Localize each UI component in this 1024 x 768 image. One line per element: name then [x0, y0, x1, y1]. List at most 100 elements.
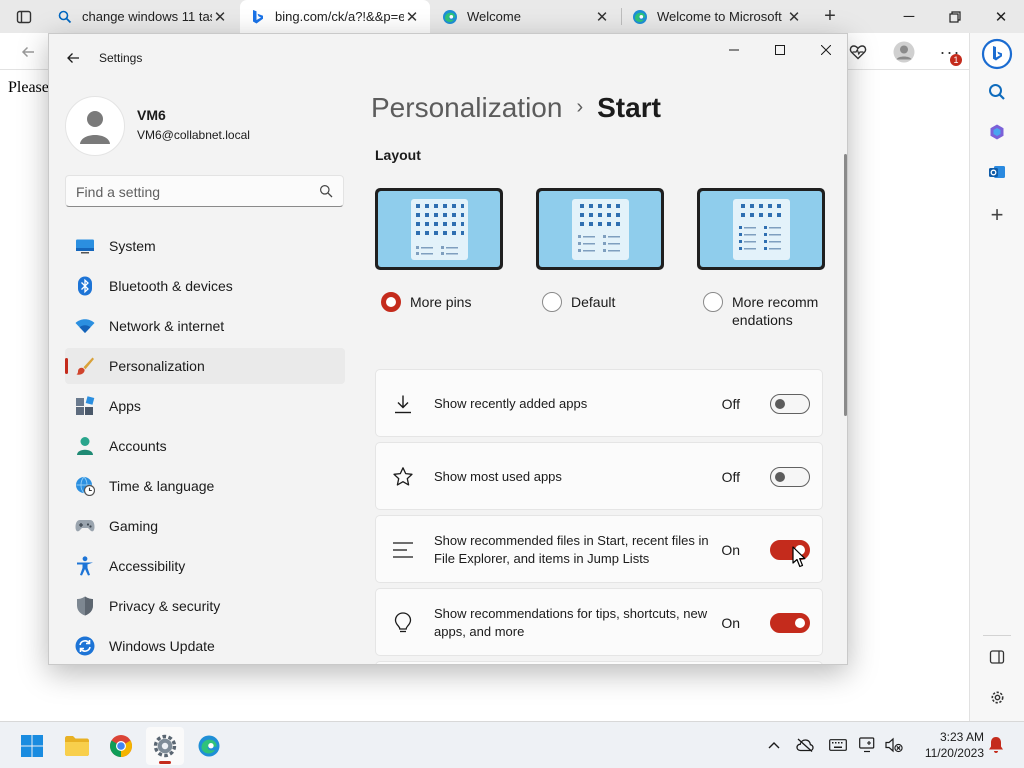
screen-clipping-button[interactable] — [858, 735, 878, 755]
toggle-state-text: On — [721, 542, 740, 558]
user-profile[interactable]: VM6 VM6@collabnet.local — [65, 96, 355, 156]
new-tab-button[interactable]: + — [816, 0, 844, 33]
search-sidebar-button[interactable] — [983, 78, 1011, 106]
close-tab-icon[interactable]: ✕ — [212, 8, 228, 26]
apps-icon — [75, 396, 95, 416]
radio-more-recommendations[interactable] — [703, 292, 723, 312]
nav-item-gaming[interactable]: Gaming — [65, 508, 345, 544]
recently-added-apps-toggle[interactable] — [770, 394, 810, 414]
browser-minimize-button[interactable]: ─ — [886, 0, 932, 33]
minimize-icon: ─ — [903, 8, 915, 25]
gamepad-icon — [75, 516, 95, 536]
tab-welcome[interactable]: Welcome ✕ — [432, 0, 620, 33]
setting-recommendations-tips: Show recommendations for tips, shortcuts… — [375, 588, 823, 656]
nav-item-accounts[interactable]: Accounts — [65, 428, 345, 464]
minimize-button[interactable] — [711, 34, 757, 66]
edge-taskbar-button[interactable] — [190, 727, 228, 765]
settings-content: Personalization › Start Layout More pins… — [359, 82, 837, 664]
nav-item-bluetooth[interactable]: Bluetooth & devices — [65, 268, 345, 304]
tab-actions-button[interactable] — [0, 0, 47, 33]
avatar — [65, 96, 125, 156]
nav-item-time-language[interactable]: Time & language — [65, 468, 345, 504]
browser-restore-button[interactable] — [932, 0, 978, 33]
nav-label: Privacy & security — [109, 598, 221, 614]
keyboard-button[interactable] — [828, 735, 848, 755]
close-tab-icon[interactable]: ✕ — [594, 8, 610, 26]
start-button[interactable] — [13, 727, 51, 765]
copilot-sidebar-button[interactable] — [983, 118, 1011, 146]
nav-item-network[interactable]: Network & internet — [65, 308, 345, 344]
layout-option-more-pins[interactable]: More pins — [375, 188, 503, 312]
outlook-sidebar-button[interactable] — [983, 158, 1011, 186]
nav-item-windows-update[interactable]: Windows Update — [65, 628, 345, 664]
star-icon — [392, 466, 414, 488]
volume-muted-button[interactable] — [884, 735, 904, 755]
tab-label: change windows 11 tas — [82, 9, 212, 24]
user-name: VM6 — [137, 107, 166, 123]
settings-back-button[interactable] — [61, 46, 85, 70]
clock-time: 3:23 AM — [939, 730, 984, 744]
tab-label: Welcome to Microsoft E — [657, 9, 786, 24]
layout-preview-default — [536, 188, 664, 270]
network-status-button[interactable] — [795, 735, 815, 755]
chrome-icon — [110, 735, 132, 757]
radio-more-pins[interactable] — [381, 292, 401, 312]
sidebar-divider — [983, 635, 1011, 636]
add-sidebar-app-button[interactable]: + — [983, 201, 1011, 229]
nav-item-accessibility[interactable]: Accessibility — [65, 548, 345, 584]
back-button[interactable] — [12, 36, 44, 68]
app-title: Settings — [99, 51, 143, 65]
notifications-button[interactable] — [986, 735, 1006, 755]
maximize-button[interactable] — [757, 34, 803, 66]
layout-label: More pins — [410, 294, 472, 310]
close-button[interactable] — [803, 34, 847, 66]
search-icon — [989, 84, 1005, 100]
tab-bing[interactable]: bing.com/ck/a?!&&p=e ✕ — [240, 0, 430, 33]
user-avatar-icon — [80, 111, 110, 144]
browser-tab-bar: change windows 11 tas ✕ bing.com/ck/a?!&… — [0, 0, 1024, 33]
plus-icon: + — [990, 202, 1004, 227]
gear-icon — [991, 691, 1003, 703]
profile-avatar-icon — [893, 41, 915, 63]
system-clock[interactable]: 3:23 AM 11/20/2023 — [912, 729, 984, 761]
show-hidden-icons-button[interactable] — [764, 735, 784, 755]
settings-and-more-button[interactable]: ··· 1 — [934, 36, 966, 68]
radio-default[interactable] — [542, 292, 562, 312]
settings-taskbar-button[interactable] — [146, 727, 184, 765]
close-tab-icon[interactable]: ✕ — [404, 8, 420, 26]
hide-sidebar-button[interactable] — [983, 643, 1011, 671]
clock-globe-icon — [75, 476, 95, 496]
browser-close-button[interactable]: ✕ — [978, 0, 1024, 33]
nav-item-apps[interactable]: Apps — [65, 388, 345, 424]
copilot-icon — [990, 124, 1004, 140]
find-setting-search-input[interactable]: Find a setting — [65, 175, 344, 207]
file-explorer-button[interactable] — [58, 727, 96, 765]
nav-label: Accounts — [109, 438, 167, 454]
bell-icon — [989, 737, 1003, 753]
layout-option-default[interactable]: Default — [536, 188, 664, 312]
tab-search[interactable]: change windows 11 tas ✕ — [47, 0, 238, 33]
nav-label: Accessibility — [109, 558, 186, 574]
recommendations-tips-toggle[interactable] — [770, 613, 810, 633]
breadcrumb-parent[interactable]: Personalization — [371, 92, 562, 123]
nav-label: Windows Update — [109, 638, 215, 654]
layout-option-more-recommendations[interactable]: More recommendations — [697, 188, 825, 328]
edge-icon — [198, 735, 220, 757]
wifi-icon — [75, 316, 95, 336]
content-scrollbar[interactable] — [844, 154, 847, 416]
profile-button[interactable] — [888, 36, 920, 68]
tab-welcome-edge[interactable]: Welcome to Microsoft E ✕ — [622, 0, 812, 33]
windows-logo-icon — [21, 735, 43, 757]
nav-item-system[interactable]: System — [65, 228, 345, 264]
cloud-offline-icon — [796, 738, 814, 752]
nav-label: Time & language — [109, 478, 215, 494]
page-title: Start — [597, 92, 661, 123]
close-tab-icon[interactable]: ✕ — [786, 8, 802, 26]
most-used-apps-toggle[interactable] — [770, 467, 810, 487]
chrome-button[interactable] — [102, 727, 140, 765]
bing-chat-button[interactable] — [980, 37, 1014, 71]
shield-icon — [75, 596, 95, 616]
nav-item-personalization[interactable]: Personalization — [65, 348, 345, 384]
nav-item-privacy-security[interactable]: Privacy & security — [65, 588, 345, 624]
sidebar-settings-button[interactable] — [983, 683, 1011, 711]
